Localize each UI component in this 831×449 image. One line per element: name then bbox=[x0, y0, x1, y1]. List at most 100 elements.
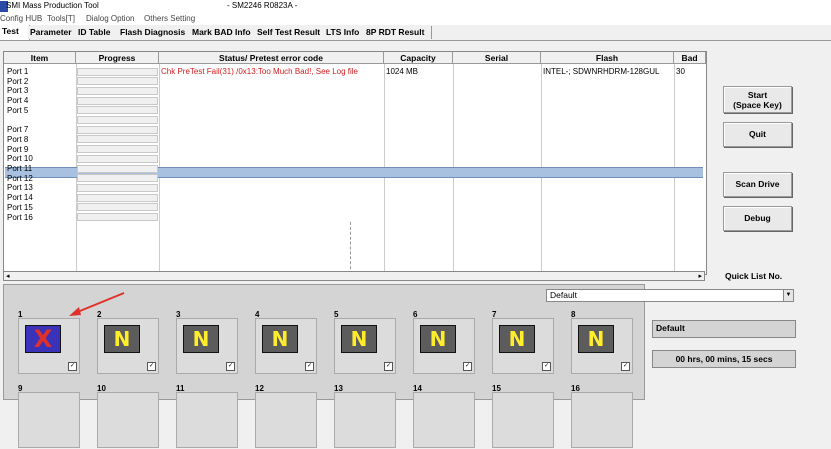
profile-status-box: Default bbox=[652, 320, 796, 338]
port-slot[interactable]: 14 bbox=[413, 384, 477, 449]
tab-8p-rdt-result[interactable]: 8P RDT Result bbox=[364, 26, 432, 39]
no-device-icon[interactable]: N bbox=[104, 325, 140, 353]
tab-parameter[interactable]: Parameter bbox=[28, 26, 78, 39]
header-progress[interactable]: Progress bbox=[76, 52, 159, 64]
header-status[interactable]: Status/ Pretest error code bbox=[159, 52, 384, 64]
port-slot[interactable]: 2 N ✓ bbox=[97, 310, 161, 375]
slot-enable-checkbox[interactable]: ✓ bbox=[463, 362, 472, 371]
scan-drive-button[interactable]: Scan Drive bbox=[723, 172, 792, 197]
progress-bar bbox=[77, 183, 158, 192]
slot-enable-checkbox[interactable]: ✓ bbox=[147, 362, 156, 371]
port-label[interactable]: Port 7 bbox=[7, 125, 28, 135]
port-label[interactable]: Port 1 bbox=[7, 67, 28, 77]
port-slot[interactable]: 4 N ✓ bbox=[255, 310, 319, 375]
tab-self-test-result[interactable]: Self Test Result bbox=[255, 26, 326, 39]
progress-bar bbox=[77, 213, 158, 221]
port-slot[interactable]: 13 bbox=[334, 384, 398, 449]
fail-x-icon[interactable]: X bbox=[25, 325, 61, 353]
header-bad[interactable]: Bad bbox=[674, 52, 706, 64]
controller-model: - SM2246 R0823A - bbox=[227, 1, 298, 10]
port-status-table[interactable]: Item Progress Status/ Pretest error code… bbox=[3, 51, 707, 275]
slot-frame bbox=[176, 392, 238, 448]
start-button-shortcut: (Space Key) bbox=[733, 100, 782, 110]
port-slot[interactable]: 12 bbox=[255, 384, 319, 449]
slot-frame: N ✓ bbox=[571, 318, 633, 374]
progress-bar bbox=[77, 145, 158, 154]
slot-enable-checkbox[interactable]: ✓ bbox=[305, 362, 314, 371]
tab-mark-bad-info[interactable]: Mark BAD Info bbox=[190, 26, 257, 39]
slot-frame bbox=[18, 392, 80, 448]
quick-list-dropdown[interactable]: Default ▼ bbox=[546, 289, 794, 302]
port-slot[interactable]: 11 bbox=[176, 384, 240, 449]
quick-list-label: Quick List No. bbox=[725, 271, 783, 281]
no-device-icon[interactable]: N bbox=[499, 325, 535, 353]
slot-enable-checkbox[interactable]: ✓ bbox=[621, 362, 630, 371]
port-slot[interactable]: 15 bbox=[492, 384, 556, 449]
port-label[interactable]: Port 8 bbox=[7, 135, 28, 145]
slot-enable-checkbox[interactable]: ✓ bbox=[226, 362, 235, 371]
no-device-icon[interactable]: N bbox=[183, 325, 219, 353]
menu-bar: Config HUB Tools[T] Dialog Option Others… bbox=[0, 13, 831, 25]
slot-icon-glyph: N bbox=[192, 327, 210, 351]
port-label[interactable]: Port 10 bbox=[7, 154, 33, 164]
horizontal-scrollbar[interactable]: ◂ ▸ bbox=[3, 271, 705, 281]
port-label[interactable]: Port 11 bbox=[7, 164, 32, 174]
no-device-icon[interactable]: N bbox=[578, 325, 614, 353]
slot-enable-checkbox[interactable]: ✓ bbox=[68, 362, 77, 371]
port-slot[interactable]: 10 bbox=[97, 384, 161, 449]
menu-others-setting[interactable]: Others Setting bbox=[144, 14, 195, 23]
slot-frame bbox=[334, 392, 396, 448]
no-device-icon[interactable]: N bbox=[262, 325, 298, 353]
port-label[interactable]: Port 9 bbox=[7, 145, 28, 155]
port-label[interactable]: Port 3 bbox=[7, 86, 28, 96]
debug-button[interactable]: Debug bbox=[723, 206, 792, 231]
start-button[interactable]: Start (Space Key) bbox=[723, 86, 792, 113]
port-label[interactable]: Port 12 bbox=[7, 174, 33, 184]
slot-enable-checkbox[interactable]: ✓ bbox=[384, 362, 393, 371]
progress-bar bbox=[77, 193, 158, 202]
port-label[interactable]: Port 13 bbox=[7, 183, 33, 193]
flash-cell: INTEL-; SDWNRHDRM-128GUL bbox=[543, 67, 660, 76]
quit-button[interactable]: Quit bbox=[723, 122, 792, 147]
port-slot[interactable]: 7 N ✓ bbox=[492, 310, 556, 375]
port-slot[interactable]: 16 bbox=[571, 384, 635, 449]
progress-bar bbox=[77, 154, 158, 163]
port-label[interactable]: Port 5 bbox=[7, 106, 28, 116]
scroll-left-icon[interactable]: ◂ bbox=[6, 272, 10, 280]
port-slot[interactable]: 5 N ✓ bbox=[334, 310, 398, 375]
no-device-icon[interactable]: N bbox=[341, 325, 377, 353]
menu-tools[interactable]: Tools[T] bbox=[47, 14, 75, 23]
port-label[interactable]: Port 16 bbox=[7, 213, 33, 223]
port-slot[interactable]: 8 N ✓ bbox=[571, 310, 635, 375]
port-slot[interactable]: 1 X ✓ bbox=[18, 310, 82, 375]
tab-flash-diagnosis[interactable]: Flash Diagnosis bbox=[118, 26, 192, 39]
quick-list-value: Default bbox=[550, 290, 577, 300]
menu-config-hub[interactable]: Config HUB bbox=[0, 14, 42, 23]
header-capacity[interactable]: Capacity bbox=[384, 52, 453, 64]
slot-icon-glyph: N bbox=[508, 327, 526, 351]
tab-test[interactable]: Test bbox=[0, 25, 30, 40]
slot-icon-glyph: N bbox=[113, 327, 131, 351]
slot-enable-checkbox[interactable]: ✓ bbox=[542, 362, 551, 371]
port-label[interactable]: Port 4 bbox=[7, 96, 28, 106]
progress-bar bbox=[77, 164, 158, 173]
port-label[interactable]: Port 15 bbox=[7, 203, 33, 213]
window-title: SMI Mass Production Tool bbox=[6, 1, 99, 10]
scroll-right-icon[interactable]: ▸ bbox=[698, 272, 702, 280]
port-slot[interactable]: 6 N ✓ bbox=[413, 310, 477, 375]
header-item[interactable]: Item bbox=[4, 52, 76, 64]
port-label-selected[interactable]: Port 6 bbox=[7, 116, 28, 126]
progress-bar bbox=[77, 77, 158, 86]
port-slot[interactable]: 3 N ✓ bbox=[176, 310, 240, 375]
port-label[interactable]: Port 2 bbox=[7, 77, 28, 87]
tab-lts-info[interactable]: LTS Info bbox=[324, 26, 366, 39]
progress-bar bbox=[77, 86, 158, 95]
port-label[interactable]: Port 14 bbox=[7, 193, 33, 203]
port-slot[interactable]: 9 bbox=[18, 384, 82, 449]
no-device-icon[interactable]: N bbox=[420, 325, 456, 353]
chevron-down-icon[interactable]: ▼ bbox=[783, 290, 793, 301]
header-serial[interactable]: Serial bbox=[453, 52, 541, 64]
tab-id-table[interactable]: ID Table bbox=[76, 26, 121, 39]
menu-dialog-option[interactable]: Dialog Option bbox=[86, 14, 134, 23]
header-flash[interactable]: Flash bbox=[541, 52, 674, 64]
